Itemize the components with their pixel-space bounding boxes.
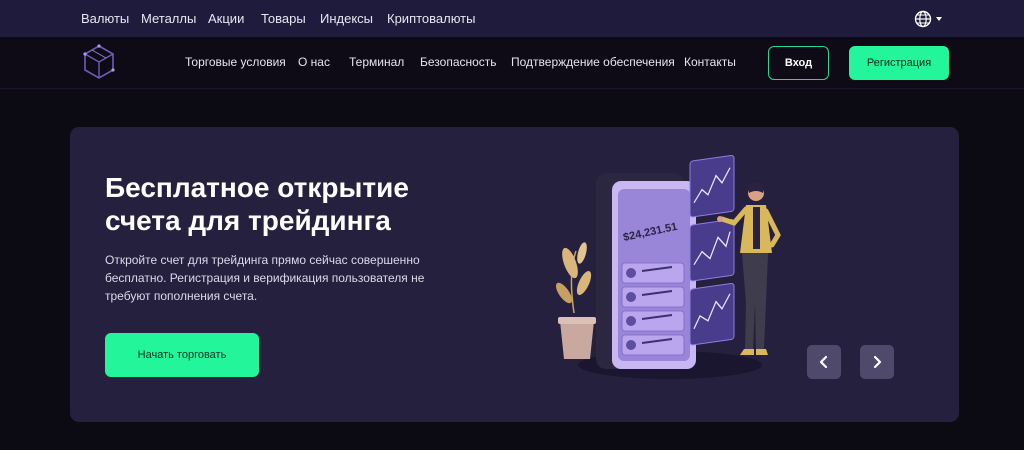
nav-link-about[interactable]: О нас [298,37,330,87]
start-trading-button[interactable]: Начать торговать [105,333,259,377]
plant-illustration [555,242,596,359]
topbar-link-currencies[interactable]: Валюты [81,0,129,37]
nav-link-collateral[interactable]: Подтверждение обеспечения [511,37,675,87]
topbar-link-metals[interactable]: Металлы [141,0,196,37]
chevron-left-icon [819,355,829,369]
register-button[interactable]: Регистрация [849,46,949,80]
login-button[interactable]: Вход [768,46,829,80]
nav-link-terminal[interactable]: Терминал [349,37,404,87]
chart-panels-illustration [689,155,735,346]
cube-logo-icon[interactable] [82,43,116,81]
hero-banner: Бесплатное открытие счета для трейдинга … [70,127,959,422]
chevron-right-icon [872,355,882,369]
phone-illustration: $24,231.51 [612,181,696,369]
trading-illustration: $24,231.51 [550,153,790,385]
nav-link-trading-conditions[interactable]: Торговые условия [185,37,286,87]
main-navbar: Торговые условия О нас Терминал Безопасн… [0,37,1024,89]
topbar-link-crypto[interactable]: Криптовалюты [387,0,475,37]
hero-title: Бесплатное открытие счета для трейдинга [105,172,409,236]
carousel-prev-button[interactable] [807,345,841,379]
topbar-link-commodities[interactable]: Товары [261,0,306,37]
top-bar: Валюты Металлы Акции Товары Индексы Крип… [0,0,1024,37]
hero-description: Откройте счет для трейдинга прямо сейчас… [105,253,425,303]
globe-icon [914,10,932,28]
topbar-link-stocks[interactable]: Акции [208,0,244,37]
chevron-down-icon [936,17,942,21]
topbar-link-indices[interactable]: Индексы [320,0,373,37]
carousel-next-button[interactable] [860,345,894,379]
nav-link-contacts[interactable]: Контакты [684,37,736,87]
language-selector[interactable] [914,9,946,29]
nav-link-security[interactable]: Безопасность [420,37,497,87]
